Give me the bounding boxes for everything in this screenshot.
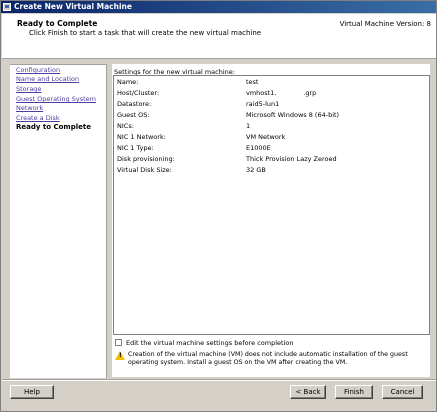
setting-key: Datastore: <box>117 100 152 108</box>
setting-key: Guest OS: <box>117 111 150 119</box>
setting-row-disk-size: Virtual Disk Size: 32 GB <box>117 166 427 175</box>
page-subtitle: Click Finish to start a task that will c… <box>29 29 262 37</box>
nav-item-configuration[interactable]: Configuration <box>16 66 60 74</box>
nav-item-network[interactable]: Network <box>16 104 43 112</box>
setting-key: NIC 1 Network: <box>117 133 166 141</box>
window-title: Create New Virtual Machine <box>14 2 132 11</box>
title-bar: Create New Virtual Machine <box>1 1 436 13</box>
page-title: Ready to Complete <box>17 19 98 28</box>
setting-row-name: Name: test <box>117 78 427 87</box>
setting-row-disk-provisioning: Disk provisioning: Thick Provision Lazy … <box>117 155 427 164</box>
nav-item-storage[interactable]: Storage <box>16 85 41 93</box>
setting-value: E1000E <box>246 144 271 152</box>
setting-row-nics: NICs: 1 <box>117 122 427 131</box>
warning-text: Creation of the virtual machine (VM) doe… <box>128 351 408 366</box>
wizard-steps-nav: Configuration Name and Location Storage … <box>10 64 107 378</box>
nav-item-create-disk[interactable]: Create a Disk <box>16 114 60 122</box>
warning-icon <box>115 351 125 360</box>
setting-key: Name: <box>117 78 139 86</box>
setting-value: Microsoft Windows 8 (64-bit) <box>246 111 340 119</box>
window-icon <box>3 3 11 11</box>
vm-version-label: Virtual Machine Version: 8 <box>339 20 431 28</box>
edit-settings-option: Edit the virtual machine settings before… <box>115 339 425 349</box>
setting-row-guest-os: Guest OS: Microsoft Windows 8 (64-bit) <box>117 111 427 120</box>
nav-item-guest-os[interactable]: Guest Operating System <box>16 95 96 103</box>
setting-key: Disk provisioning: <box>117 155 175 163</box>
setting-key: NICs: <box>117 122 134 130</box>
setting-value: 32 GB <box>246 166 266 174</box>
setting-row-nic1-type: NIC 1 Type: E1000E <box>117 144 427 153</box>
cancel-button[interactable]: Cancel <box>382 385 423 399</box>
setting-key: Host/Cluster: <box>117 89 160 97</box>
wizard-header: Ready to Complete Click Finish to start … <box>2 14 436 59</box>
help-button[interactable]: Help <box>10 385 54 399</box>
setting-key: NIC 1 Type: <box>117 144 154 152</box>
setting-row-host-cluster: Host/Cluster: vmhost1. .grp <box>117 89 427 98</box>
nav-item-name-and-location[interactable]: Name and Location <box>16 75 79 83</box>
finish-button[interactable]: Finish <box>335 385 373 399</box>
edit-settings-label[interactable]: Edit the virtual machine settings before… <box>126 339 293 347</box>
footer-divider <box>2 379 436 381</box>
setting-value: 1 <box>246 122 251 130</box>
back-button[interactable]: < Back <box>290 385 326 399</box>
setting-value: vmhost1. .grp <box>246 89 317 97</box>
setting-value: Thick Provision Lazy Zeroed <box>246 155 337 163</box>
setting-key: Virtual Disk Size: <box>117 166 172 174</box>
setting-row-nic1-network: NIC 1 Network: VM Network <box>117 133 427 142</box>
setting-value: raid5-lun1 <box>246 100 280 108</box>
edit-settings-checkbox[interactable] <box>115 339 122 346</box>
guest-os-warning: Creation of the virtual machine (VM) doe… <box>115 351 427 371</box>
setting-value: VM Network <box>246 133 286 141</box>
main-content: Settings for the new virtual machine: Na… <box>112 64 430 377</box>
setting-value: test <box>246 78 259 86</box>
nav-item-ready-to-complete: Ready to Complete <box>16 123 91 131</box>
setting-row-datastore: Datastore: raid5-lun1 <box>117 100 427 109</box>
create-vm-dialog: Create New Virtual Machine Ready to Comp… <box>0 0 437 412</box>
settings-summary: Name: test Host/Cluster: vmhost1. .grp D… <box>113 75 430 335</box>
